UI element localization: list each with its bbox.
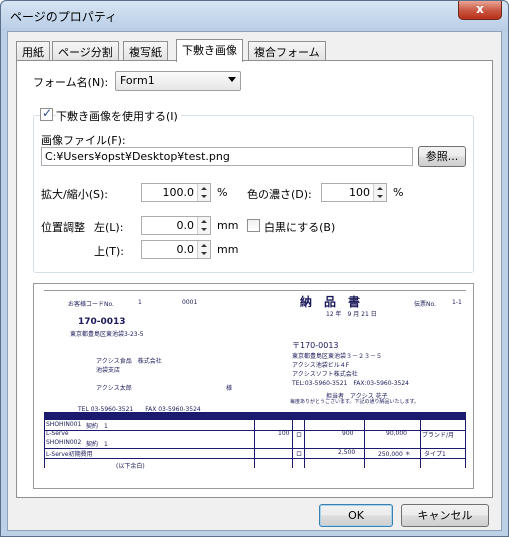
density-spinner[interactable] [373,184,386,201]
row2-name: L-Serve初期費用 [46,451,93,458]
doc-no: 1-1 [452,299,462,306]
customer-person: アクシス太郎 [96,385,132,392]
issuer-address: 東京都豊島区東池袋３－２３－５ [292,353,383,360]
top-offset-input[interactable]: 0.0 [141,240,211,259]
row1-note: ブランド/月 [422,432,455,439]
dialog-client: 用紙 ページ分割 複写紙 下敷き画像 複合フォーム フォーム名(N): Form… [7,31,502,531]
honorific: 様 [226,385,233,392]
density-unit: % [393,186,404,199]
title-bar[interactable]: ページのプロパティ x [1,1,508,31]
image-file-label: 画像ファイル(F): [41,134,126,147]
chevron-down-icon [228,77,236,82]
left-offset-spinner[interactable] [197,217,210,234]
left-offset-input[interactable]: 0.0 [141,216,211,235]
monochrome-label[interactable]: 白黒にする(B) [264,219,335,235]
monochrome-checkbox[interactable] [247,219,260,232]
page-properties-dialog: ページのプロパティ x 用紙 ページ分割 複写紙 下敷き画像 複合フォーム フォ… [0,0,509,537]
customer-code-label: お客様コードNo. [68,301,114,308]
left-offset-label: 左(L): [94,221,124,234]
top-offset-spinner[interactable] [197,241,210,258]
scale-value: 100.0 [162,186,195,199]
underlay-group: 下敷き画像を使用する(I) 画像ファイル(F): C:¥Users¥opst¥D… [33,106,474,273]
top-offset-unit: mm [217,243,239,256]
form-name-value: Form1 [120,74,155,87]
row1-code: SHOHIN001 [46,421,82,428]
scale-unit: % [217,186,228,199]
doc-no-label: 伝票No. [414,301,436,308]
top-offset-value: 0.0 [176,243,195,256]
tab-panel: フォーム名(N): Form1 下敷き画像を使用する(I) 画像ファイル(F):… [16,60,493,498]
row2-price: 2,500 [338,449,356,456]
customer-address: 東京都豊島区東池袋3-23-5 [70,331,144,338]
scale-input[interactable]: 100.0 [141,183,211,202]
row1-amount: 90,000 [386,430,407,437]
customer-company: アクシス食品 株式会社 [96,358,162,365]
use-image-label[interactable]: 下敷き画像を使用する(I) [56,108,181,124]
customer-code-2: 0001 [182,299,198,306]
row1-qty: 100 [278,430,290,437]
underlay-preview: お客様コードNo. 1 0001 納 品 書 伝票No. 1-1 12 年 9 … [33,283,474,489]
issuer-zip: 〒170-0013 [292,341,339,350]
ok-button[interactable]: OK [319,504,393,527]
row1-name: L-Serve [46,430,69,437]
tab-copy-paper[interactable]: 複写紙 [123,41,168,61]
row2-kind: 契約 1 [86,441,108,448]
close-button[interactable]: x [458,1,502,20]
row2-note: タイプ1 [424,451,446,458]
customer-zip: 170-0013 [78,317,126,327]
customer-code-1: 1 [138,299,142,306]
thanks-note: 毎度ありがとうございます。下記の通り納品いたします。 [290,399,420,405]
document-title: 納 品 書 [300,295,361,309]
density-label: 色の濃さ(D): [247,188,312,201]
form-name-label: フォーム名(N): [33,76,109,89]
tab-underlay-image[interactable]: 下敷き画像 [176,39,243,62]
density-value: 100 [349,186,370,199]
row2-amount: 250,000 ＊ [378,451,411,458]
row2-unit: ロ [296,451,303,458]
left-offset-value: 0.0 [176,219,195,232]
scale-label: 拡大/縮小(S): [41,188,108,201]
table-header-bar [44,412,466,420]
customer-branch: 池袋支店 [96,367,121,374]
cancel-button[interactable]: キャンセル [401,504,489,527]
issuer-company: アクシスソフト株式会社 [292,371,358,378]
position-label: 位置調整 [41,221,85,234]
left-offset-unit: mm [217,219,239,232]
row3-blank: (以下余白) [116,463,145,470]
issuer-tel: TEL:03-5960-3521 FAX:03-5960-3524 [292,380,409,387]
tab-paper[interactable]: 用紙 [16,41,50,61]
density-input[interactable]: 100 [321,183,387,202]
row1-kind: 契約 1 [86,423,108,430]
scale-spinner[interactable] [197,184,210,201]
window-title: ページのプロパティ [10,10,118,24]
image-file-input[interactable]: C:¥Users¥opst¥Desktop¥test.png [41,147,413,166]
use-image-checkbox[interactable] [40,106,53,121]
form-name-select[interactable]: Form1 [115,71,241,91]
issuer-building: アクシス池袋ビル４F [292,362,350,369]
row2-code: SHOHIN002 [46,439,82,446]
row1-unit: ロ [296,432,303,439]
issue-date: 12 年 9 月 21 日 [326,311,377,318]
tab-page-split[interactable]: ページ分割 [52,41,119,61]
browse-button[interactable]: 参照... [418,146,466,167]
top-offset-label: 上(T): [94,245,125,258]
row1-price: 900 [342,430,354,437]
tab-composite-form[interactable]: 複合フォーム [248,41,326,61]
